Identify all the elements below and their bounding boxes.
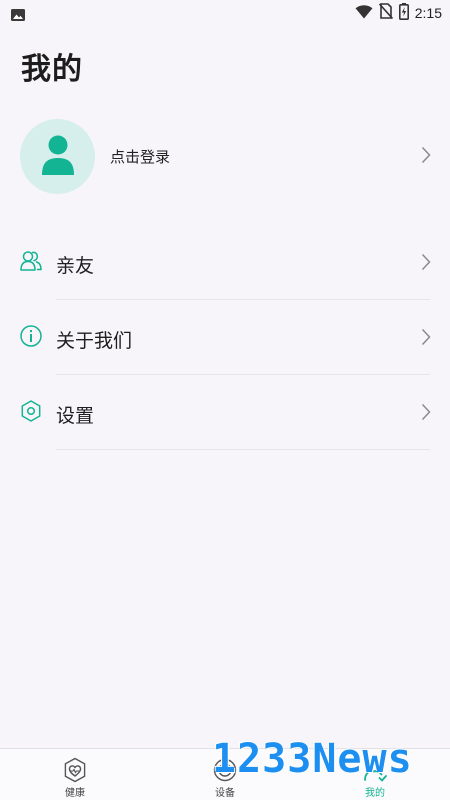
page-title: 我的 [21,52,83,87]
status-bar: 2:15 [0,0,450,26]
menu-item-label: 设置 [56,405,95,427]
login-row[interactable]: 点击登录 [0,118,450,196]
nav-tab-device[interactable]: 设备 [150,749,300,800]
nav-tab-label: 设备 [215,788,235,799]
bottom-nav: 健康 设备 我的 [0,748,450,800]
menu-item-label: 关于我们 [56,330,133,352]
settings-hexagon-icon [20,400,42,422]
person-icon [42,135,74,175]
menu-item-friends[interactable]: 亲友 [0,225,450,300]
profile-icon [362,757,388,783]
nav-tab-label: 健康 [65,788,85,799]
avatar[interactable] [20,119,95,194]
profile-screen: 2:15 我的 点击登录 亲友 关于我们 设置 健康 设备 我的 1233New… [0,0,450,800]
status-time: 2:15 [414,5,442,21]
info-icon [20,325,42,347]
divider [56,449,430,450]
device-icon [212,757,238,783]
menu-item-label: 亲友 [56,255,95,277]
nav-tab-label: 我的 [365,788,385,799]
chevron-right-icon [421,253,431,275]
nav-tab-health[interactable]: 健康 [0,749,150,800]
health-icon [62,757,88,783]
no-sim-icon [378,3,393,23]
battery-charging-icon [398,2,409,24]
menu-item-settings[interactable]: 设置 [0,375,450,450]
nav-tab-mine[interactable]: 我的 [300,749,450,800]
chevron-right-icon [421,146,431,168]
friends-icon [20,250,42,272]
chevron-right-icon [421,328,431,350]
menu-list: 亲友 关于我们 设置 [0,225,450,450]
status-bar-right: 2:15 [355,2,442,24]
chevron-right-icon [421,403,431,425]
gallery-icon [11,6,25,21]
wifi-icon [355,4,373,23]
login-prompt[interactable]: 点击登录 [110,146,170,167]
menu-item-about[interactable]: 关于我们 [0,300,450,375]
